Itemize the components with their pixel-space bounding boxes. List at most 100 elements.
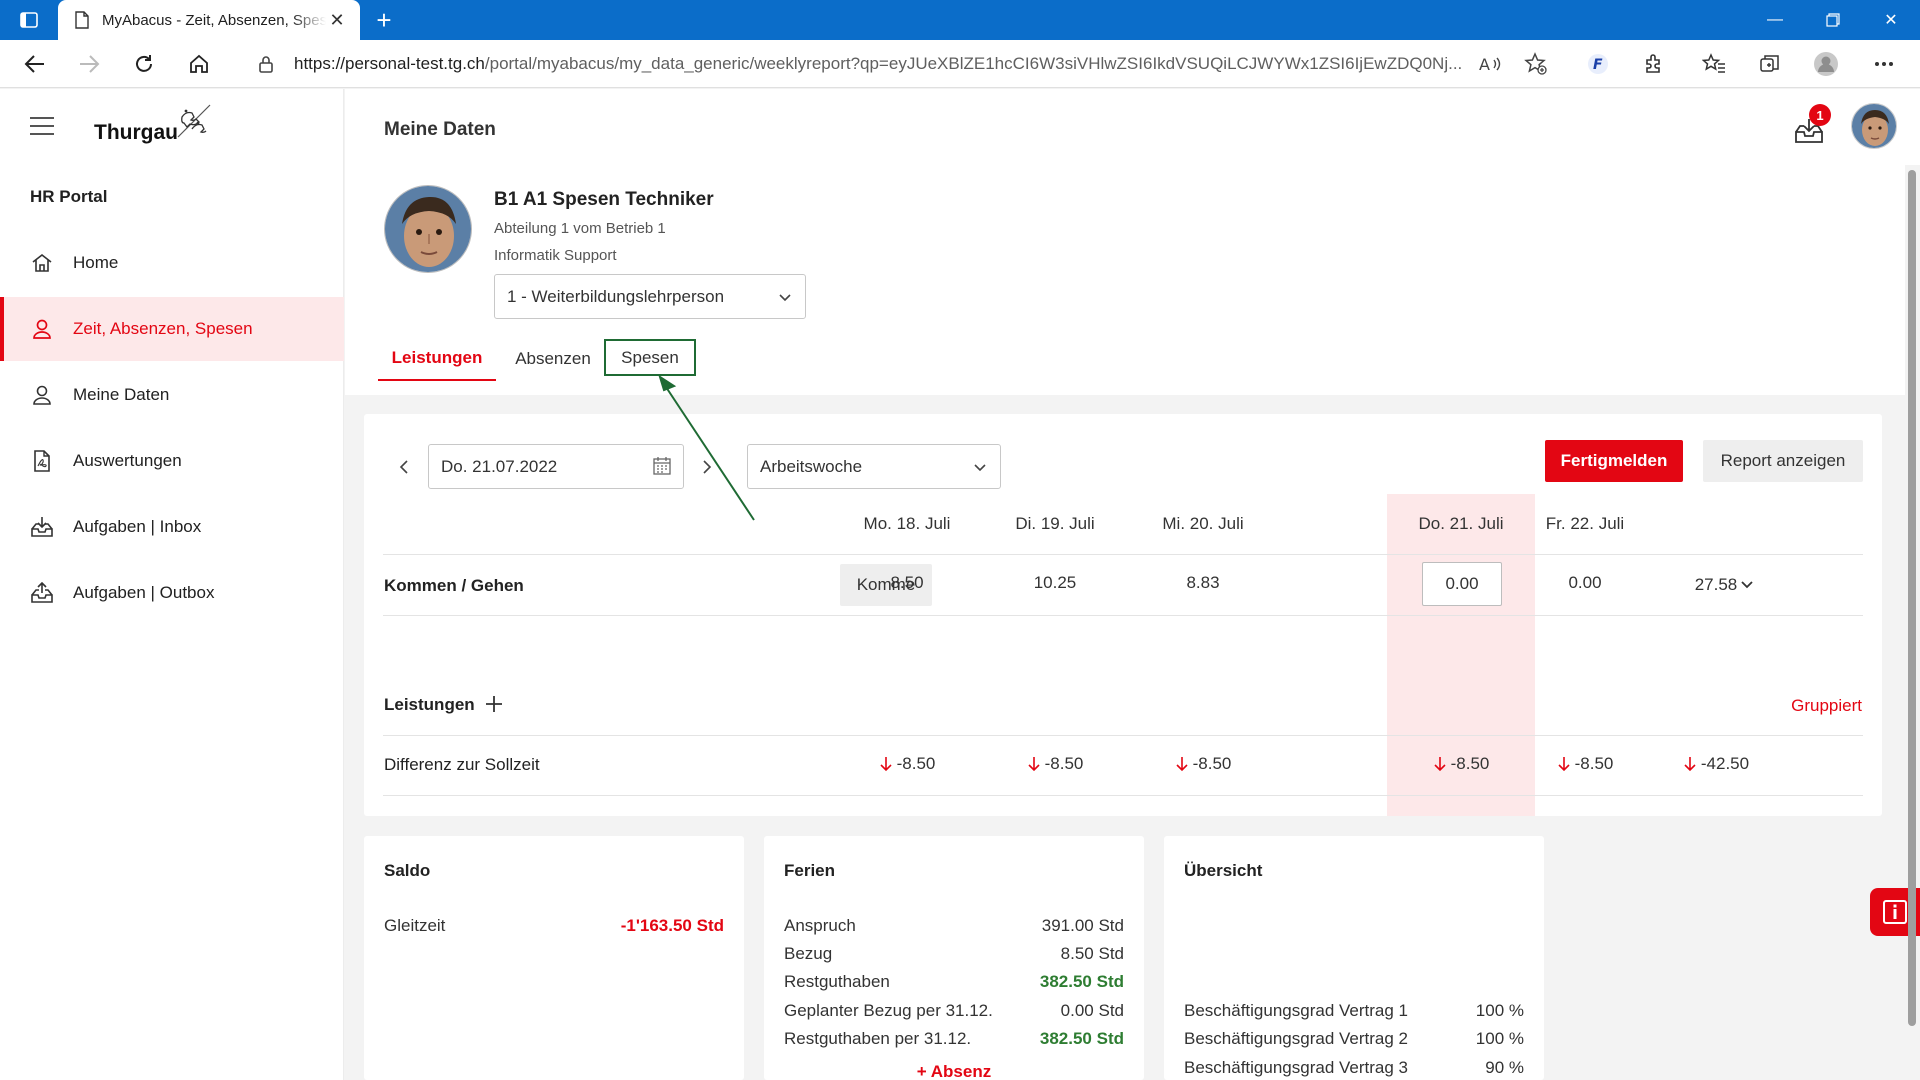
sidebar-item-auswertungen[interactable]: Auswertungen bbox=[0, 429, 344, 493]
tab-actions-icon[interactable] bbox=[14, 8, 44, 32]
section-title: HR Portal bbox=[30, 187, 108, 206]
add-absenz-button[interactable]: + Absenz bbox=[764, 1062, 1144, 1080]
ferien-row: Restguthaben per 31.12. 382.50 Std bbox=[784, 1029, 1124, 1049]
collections-icon[interactable] bbox=[1756, 50, 1784, 78]
sidebar-item-zeit-absenzen-spesen[interactable]: Zeit, Absenzen, Spesen bbox=[0, 297, 344, 361]
forward-icon[interactable] bbox=[72, 48, 106, 80]
kommen-gehen-today-input[interactable]: 0.00 bbox=[1422, 562, 1502, 606]
differenz-value: -8.50 bbox=[896, 754, 936, 773]
uebersicht-row: Beschäftigungsgrad Vertrag 3 90 % bbox=[1184, 1058, 1524, 1078]
saldo-title: Saldo bbox=[384, 861, 431, 880]
menu-icon[interactable] bbox=[30, 117, 54, 135]
info-icon bbox=[1883, 900, 1907, 924]
uebersicht-row-value: 100 % bbox=[1475, 1029, 1524, 1048]
page-icon bbox=[75, 11, 89, 29]
sidebar-item-outbox[interactable]: Aufgaben | Outbox bbox=[0, 561, 344, 625]
url-text: https://personal-test.tg.ch/portal/myaba… bbox=[294, 54, 1474, 74]
pdf-icon bbox=[30, 449, 54, 473]
add-leistung-icon[interactable] bbox=[484, 694, 504, 714]
svg-text:A: A bbox=[1479, 55, 1490, 74]
avatar[interactable] bbox=[1851, 103, 1897, 149]
date-field[interactable]: Do. 21.07.2022 bbox=[428, 444, 684, 489]
read-aloud-icon[interactable]: A bbox=[1476, 50, 1504, 78]
reload-icon[interactable] bbox=[127, 48, 161, 80]
url-path: /portal/myabacus/my_data_generic/weeklyr… bbox=[484, 54, 1463, 73]
scrollbar[interactable] bbox=[1908, 170, 1916, 1026]
restore-icon[interactable] bbox=[1804, 0, 1862, 40]
kommen-gehen-label: Kommen / Gehen bbox=[384, 576, 524, 595]
address-toolbar: https://personal-test.tg.ch/portal/myaba… bbox=[0, 40, 1920, 88]
inbox-icon bbox=[30, 515, 54, 539]
gleitzeit-row: Gleitzeit -1'163.50 Std bbox=[384, 916, 724, 936]
fertigmelden-button[interactable]: Fertigmelden bbox=[1545, 440, 1683, 482]
tab-label: Absenzen bbox=[515, 349, 591, 368]
ferien-row-value: 8.50 Std bbox=[1060, 944, 1124, 963]
tab-absenzen[interactable]: Absenzen bbox=[510, 337, 596, 381]
thurgau-lions-icon bbox=[177, 104, 211, 138]
differenz-value: -8.50 bbox=[1450, 754, 1490, 773]
ferien-row-label: Restguthaben bbox=[784, 972, 890, 991]
minimize-icon[interactable]: — bbox=[1746, 0, 1804, 40]
tab-spesen[interactable]: Spesen bbox=[604, 339, 696, 376]
tab-label: Spesen bbox=[621, 347, 679, 367]
ferien-row-label: Geplanter Bezug per 31.12. bbox=[784, 1001, 993, 1020]
differenz-cell: -8.50 bbox=[1387, 754, 1535, 774]
ferien-row: Bezug 8.50 Std bbox=[784, 944, 1124, 964]
person-icon bbox=[30, 317, 54, 341]
uebersicht-row-label: Beschäftigungsgrad Vertrag 3 bbox=[1184, 1058, 1408, 1077]
report-anzeigen-button[interactable]: Report anzeigen bbox=[1703, 440, 1863, 482]
period-select[interactable]: Arbeitswoche bbox=[747, 444, 1001, 489]
close-window-icon[interactable]: ✕ bbox=[1862, 0, 1920, 40]
day-header: Fr. 22. Juli bbox=[1545, 514, 1625, 533]
contract-select[interactable]: 1 - Weiterbildungslehrperson bbox=[494, 274, 806, 319]
url-host: https://personal-test.tg.ch bbox=[294, 54, 485, 73]
ferien-row: Restguthaben 382.50 Std bbox=[784, 972, 1124, 992]
more-menu-icon[interactable] bbox=[1870, 50, 1898, 78]
back-icon[interactable] bbox=[18, 48, 52, 80]
employee-unit: Informatik Support bbox=[494, 247, 617, 264]
new-tab-icon[interactable]: + bbox=[368, 4, 400, 36]
close-tab-icon[interactable]: ✕ bbox=[326, 9, 348, 31]
browser-profile-icon[interactable] bbox=[1812, 50, 1840, 78]
sidebar-item-label: Zeit, Absenzen, Spesen bbox=[73, 319, 253, 338]
arrow-down-icon bbox=[1028, 757, 1040, 772]
sidebar-item-label: Auswertungen bbox=[73, 451, 182, 470]
ferien-card: Ferien Anspruch 391.00 Std Bezug 8.50 Std … bbox=[764, 836, 1144, 1080]
divider bbox=[383, 795, 1863, 796]
ferien-title: Ferien bbox=[784, 861, 836, 880]
chevron-down-icon bbox=[779, 294, 791, 302]
chevron-right-icon[interactable] bbox=[697, 456, 717, 478]
sidebar-item-inbox[interactable]: Aufgaben | Inbox bbox=[0, 495, 344, 559]
differenz-total: -42.50 bbox=[1700, 754, 1750, 773]
ferien-row-value: 391.00 Std bbox=[1041, 916, 1124, 935]
day-header: Mo. 18. Juli bbox=[863, 514, 951, 533]
differenz-cell: -8.50 bbox=[981, 754, 1129, 774]
gleitzeit-value: -1'163.50 Std bbox=[620, 916, 724, 935]
url-field[interactable]: https://personal-test.tg.ch/portal/myaba… bbox=[236, 46, 1556, 82]
uebersicht-row: Beschäftigungsgrad Vertrag 1 100 % bbox=[1184, 1001, 1524, 1021]
kommen-gehen-value: 0.00 bbox=[1568, 573, 1602, 592]
gruppiert-link[interactable]: Gruppiert bbox=[1791, 696, 1862, 716]
contract-select-value: 1 - Weiterbildungslehrperson bbox=[507, 286, 725, 306]
uebersicht-row-label: Beschäftigungsgrad Vertrag 2 bbox=[1184, 1029, 1408, 1048]
sidebar-item-meine-daten[interactable]: Meine Daten bbox=[0, 363, 344, 427]
calendar-icon[interactable] bbox=[653, 457, 671, 475]
extension-f-icon[interactable]: F bbox=[1584, 50, 1612, 78]
sidebar-item-home[interactable]: Home bbox=[0, 231, 344, 295]
favorites-icon[interactable] bbox=[1700, 50, 1728, 78]
arrow-down-icon bbox=[880, 757, 892, 772]
differenz-value: -8.50 bbox=[1044, 754, 1084, 773]
add-favorite-icon[interactable] bbox=[1522, 50, 1550, 78]
home-browser-icon[interactable] bbox=[182, 48, 216, 80]
differenz-cell: -8.50 bbox=[1129, 754, 1277, 774]
uebersicht-row-value: 90 % bbox=[1485, 1058, 1524, 1077]
expand-row-icon[interactable] bbox=[1738, 575, 1756, 593]
extensions-icon[interactable] bbox=[1640, 50, 1668, 78]
ferien-row-label: Anspruch bbox=[784, 916, 856, 935]
tab-leistungen[interactable]: Leistungen bbox=[378, 337, 496, 381]
lock-icon bbox=[259, 56, 273, 73]
tab-label: Leistungen bbox=[391, 348, 483, 367]
browser-tab[interactable]: MyAbacus - Zeit, Absenzen, Spesen ✕ bbox=[58, 0, 360, 40]
chevron-left-icon[interactable] bbox=[394, 456, 414, 478]
uebersicht-title: Übersicht bbox=[1184, 861, 1263, 880]
